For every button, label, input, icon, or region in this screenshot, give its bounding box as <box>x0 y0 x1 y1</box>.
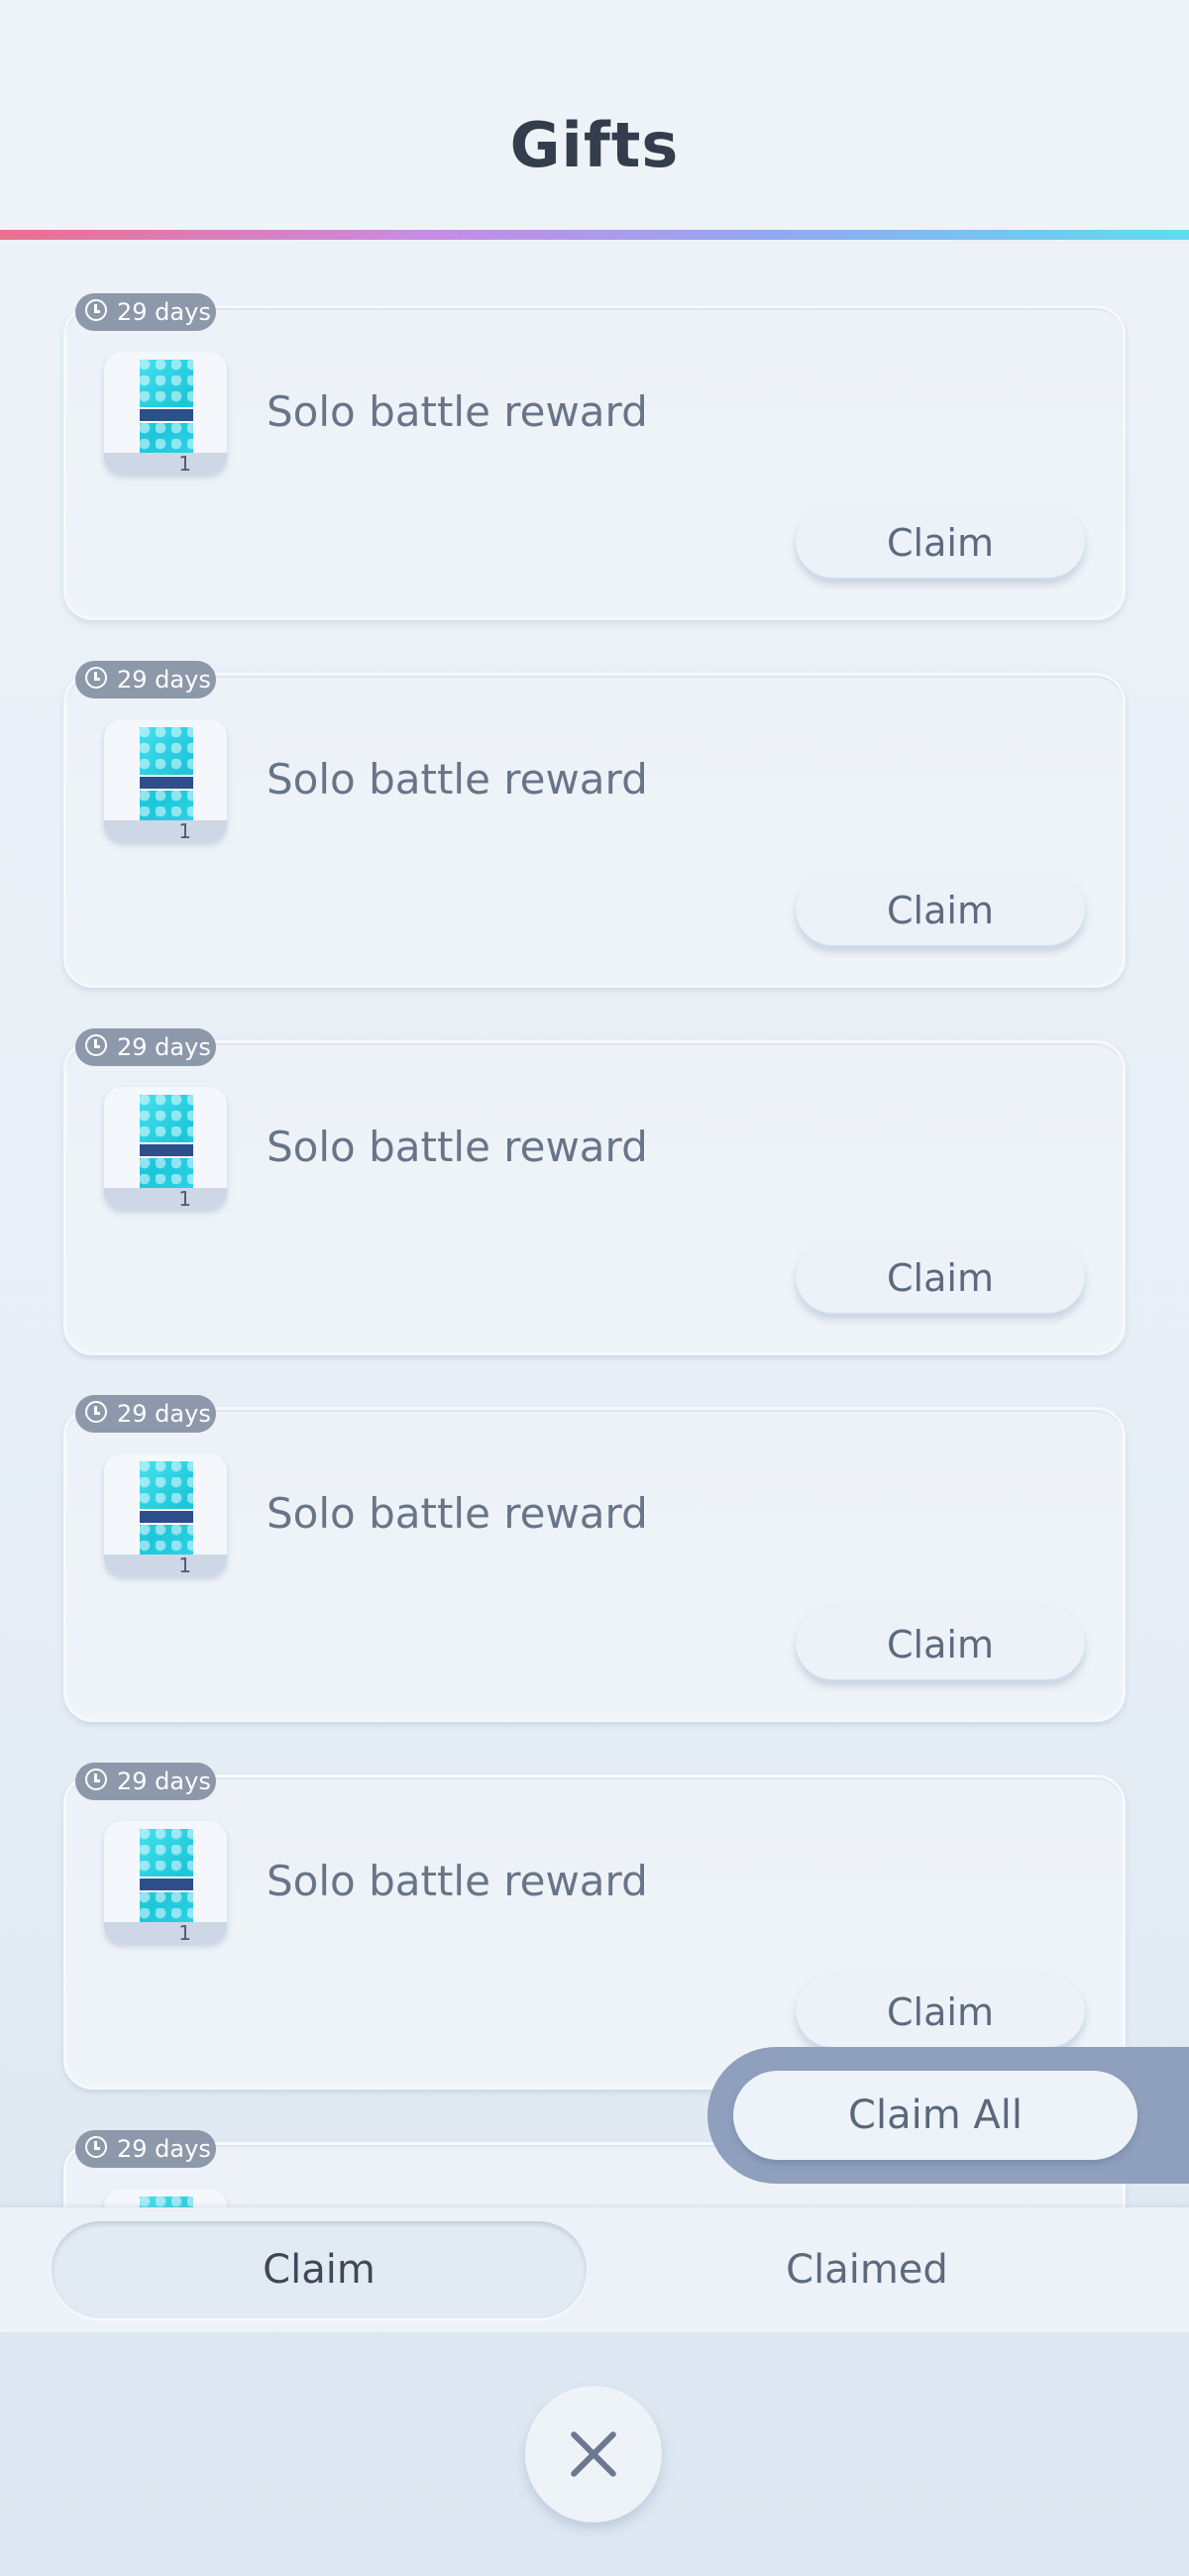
clock-icon <box>85 1034 107 1056</box>
gift-card: 1 Solo battle reward Claim <box>63 673 1126 988</box>
expiry-badge: 29 days <box>75 661 216 698</box>
reward-quantity: 1 <box>178 1554 191 1576</box>
clock-icon <box>85 299 107 321</box>
reward-label: Solo battle reward <box>267 1489 648 1538</box>
reward-label: Solo battle reward <box>267 387 648 436</box>
claim-all-button[interactable]: Claim All <box>733 2071 1137 2160</box>
card-pack-image <box>140 1461 193 1566</box>
reward-pack-thumbnail <box>104 2189 227 2207</box>
reward-quantity: 1 <box>178 1921 191 1944</box>
reward-pack-thumbnail: 1 <box>104 352 227 475</box>
gift-card: 1 Solo battle reward Claim <box>63 1407 1126 1722</box>
claim-button[interactable]: Claim <box>796 1976 1085 2049</box>
reward-pack-thumbnail: 1 <box>104 1087 227 1210</box>
claim-button[interactable]: Claim <box>796 1241 1085 1315</box>
header-accent-line <box>0 230 1189 240</box>
card-pack-image <box>140 727 193 832</box>
gift-list[interactable]: 29 days 1 Solo battle reward Claim 29 da… <box>0 240 1189 2207</box>
expiry-badge: 29 days <box>75 1395 216 1433</box>
expiry-text: 29 days <box>117 1400 211 1428</box>
gift-card: 1 Solo battle reward Claim <box>63 1040 1126 1355</box>
expiry-badge: 29 days <box>75 1028 216 1066</box>
reward-quantity: 1 <box>178 1187 191 1210</box>
gift-card: 1 Solo battle reward Claim <box>63 305 1126 620</box>
claim-all-panel: Claim All <box>707 2047 1189 2184</box>
reward-quantity: 1 <box>178 452 191 475</box>
card-pack-image <box>140 2197 193 2207</box>
gift-card: 1 Solo battle reward Claim <box>63 1774 1126 2090</box>
clock-icon <box>85 1401 107 1423</box>
reward-label: Solo battle reward <box>267 1123 648 1171</box>
expiry-text: 29 days <box>117 298 211 326</box>
expiry-text: 29 days <box>117 1033 211 1061</box>
header: Gifts <box>0 0 1189 230</box>
claim-button[interactable]: Claim <box>796 874 1085 947</box>
card-pack-image <box>140 360 193 465</box>
expiry-text: 29 days <box>117 1768 211 1795</box>
expiry-badge: 29 days <box>75 293 216 331</box>
reward-pack-thumbnail: 1 <box>104 719 227 842</box>
expiry-badge: 29 days <box>75 2130 216 2168</box>
expiry-badge: 29 days <box>75 1763 216 1800</box>
claim-button[interactable]: Claim <box>796 506 1085 580</box>
card-pack-image <box>140 1095 193 1200</box>
reward-pack-thumbnail: 1 <box>104 1821 227 1944</box>
reward-label: Solo battle reward <box>267 1857 648 1905</box>
tab-claim[interactable]: Claim <box>52 2221 587 2318</box>
clock-icon <box>85 1769 107 1790</box>
reward-pack-thumbnail: 1 <box>104 1453 227 1576</box>
expiry-text: 29 days <box>117 2135 211 2163</box>
clock-icon <box>85 667 107 689</box>
claim-button[interactable]: Claim <box>796 1608 1085 1681</box>
tab-bar: Claim Claimed <box>0 2207 1189 2332</box>
tab-claimed[interactable]: Claimed <box>594 2221 1139 2318</box>
reward-quantity: 1 <box>178 819 191 842</box>
reward-label: Solo battle reward <box>267 755 648 804</box>
card-pack-image <box>140 1829 193 1934</box>
close-button[interactable] <box>525 2386 662 2522</box>
page-title: Gifts <box>509 109 680 181</box>
clock-icon <box>85 2136 107 2158</box>
expiry-text: 29 days <box>117 666 211 694</box>
